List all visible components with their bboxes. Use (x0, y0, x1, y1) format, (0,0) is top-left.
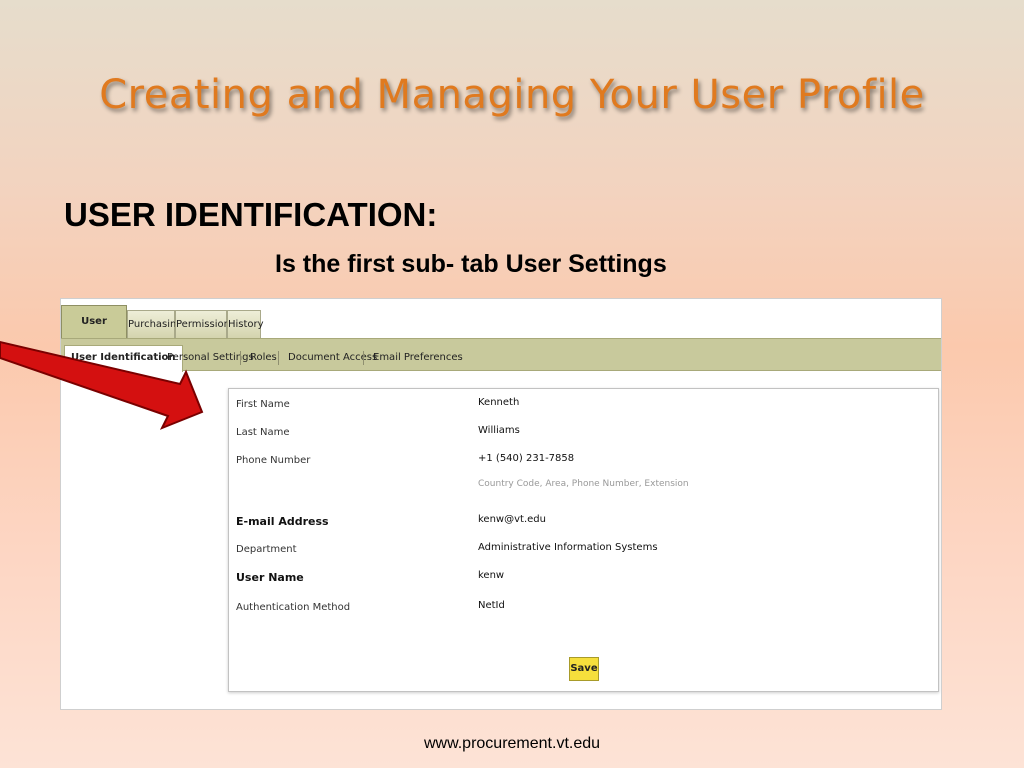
tab-separator (363, 351, 364, 365)
subtab-email-preferences[interactable]: Email Preferences (373, 339, 463, 370)
section-heading: USER IDENTIFICATION: (64, 196, 438, 233)
slide-title: Creating and Managing Your User Profile (99, 72, 925, 118)
department-value: Administrative Information Systems (478, 542, 658, 553)
email-value: kenw@vt.edu (478, 514, 546, 525)
footer-url: www.procurement.vt.edu (423, 735, 601, 752)
phone-value: +1 (540) 231-7858 (478, 453, 575, 464)
last-name-label: Last Name (236, 427, 290, 438)
user-identification-form: First Name Kenneth Last Name Williams Ph… (228, 388, 939, 692)
tab-separator (240, 351, 241, 365)
department-label: Department (236, 544, 297, 555)
tab-separator (278, 351, 279, 365)
section-subheading: Is the first sub- tab User Settings (275, 250, 667, 278)
email-label: E-mail Address (236, 515, 329, 528)
subtab-roles[interactable]: Roles (250, 339, 277, 370)
red-arrow-icon (0, 340, 204, 430)
phone-label: Phone Number (236, 455, 311, 466)
username-label: User Name (236, 571, 304, 584)
tab-history[interactable]: History (227, 310, 264, 338)
username-value: kenw (478, 570, 505, 581)
phone-hint: Country Code, Area, Phone Number, Extens… (478, 479, 689, 489)
first-name-label: First Name (236, 399, 290, 410)
save-button[interactable]: Save (569, 657, 599, 681)
auth-method-label: Authentication Method (236, 602, 351, 613)
auth-method-value: NetId (478, 600, 505, 611)
last-name-value: Williams (478, 425, 520, 436)
first-name-value: Kenneth (478, 397, 520, 408)
